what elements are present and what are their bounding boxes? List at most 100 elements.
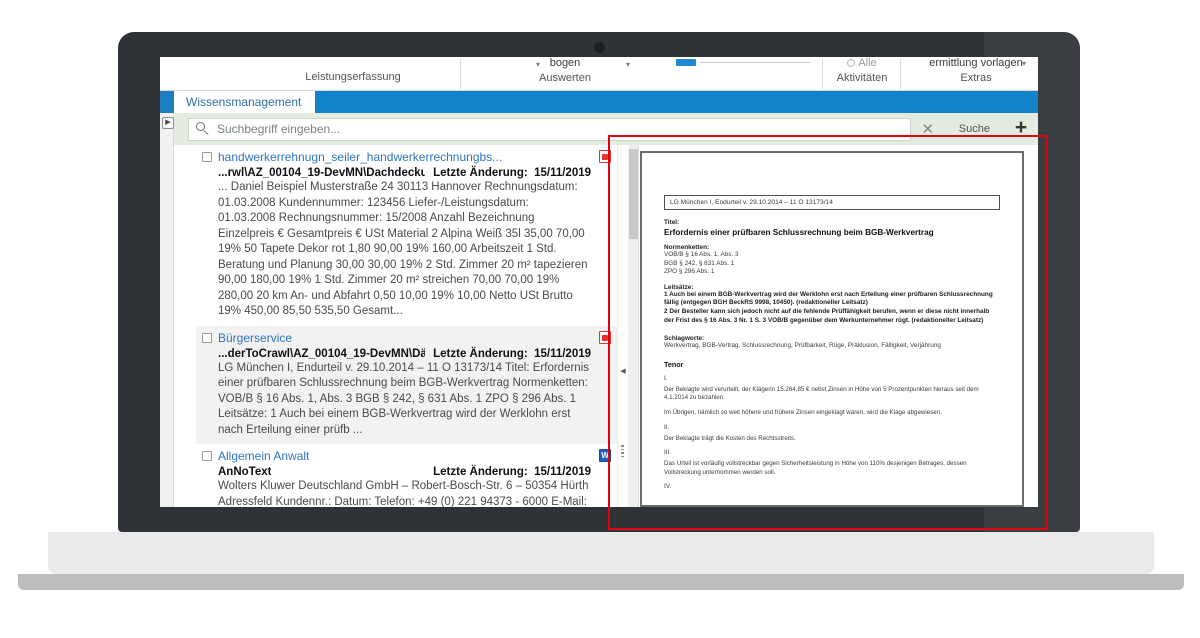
normenkette-item: VOB/B § 16 Abs. 1, Abs. 3 (664, 251, 739, 258)
result-path: AnNoText (218, 466, 272, 478)
tenor-number: II. (664, 423, 670, 431)
ribbon-group-auswerten[interactable]: bogen Auswerten (470, 57, 660, 85)
search-input[interactable]: Suchbegriff eingeben... (188, 117, 911, 141)
ribbon-divider (460, 59, 461, 89)
pdf-icon[interactable] (599, 150, 611, 163)
tenor-paragraph: Das Urteil ist vorläufig vollstreckbar g… (664, 460, 967, 476)
webcam-icon (594, 42, 605, 53)
modified-date: 15/11/2019 (534, 167, 591, 179)
leitsatz-item: 2 Der Besteller kann sich jedoch nicht a… (664, 307, 990, 324)
document-page: LG München I, Endurteil v. 29.10.2014 – … (642, 153, 1022, 505)
modified-label: Letzte Änderung: (433, 167, 528, 179)
pdf-icon[interactable] (599, 330, 611, 344)
schlagworte-label: Schlagworte: (664, 335, 705, 343)
tabbar-left-edge (160, 91, 174, 113)
result-checkbox[interactable] (202, 152, 212, 162)
result-modified: Letzte Änderung: 15/11/2019 (433, 348, 591, 360)
collapse-arrow-icon[interactable]: ◀ (619, 365, 627, 379)
result-header: handwerkerrehnugn_seiler_handwerkerrechn… (202, 150, 591, 164)
modified-date: 15/11/2019 (534, 466, 591, 478)
result-modified: Letzte Änderung: 15/11/2019 (433, 466, 591, 478)
result-title[interactable]: Allgemein Anwalt (218, 449, 309, 463)
ribbon-dotted-line (700, 62, 810, 63)
result-snippet: Wolters Kluwer Deutschland GmbH – Robert… (218, 480, 589, 507)
ribbon-group-label: Auswerten (539, 72, 591, 84)
laptop-base (48, 532, 1154, 574)
leitsatz-item: 1 Auch bei einem BGB-Werkvertrag wird de… (664, 290, 993, 307)
result-header: Bürgerservice (202, 331, 591, 345)
expand-panel-button[interactable]: ▶ (162, 117, 174, 129)
chevron-down-icon[interactable]: ▾ (626, 60, 630, 69)
ribbon-blue-chip[interactable] (676, 59, 696, 66)
ribbon-group-top-label: ermittlung vorlagen (929, 57, 1023, 69)
tenor-heading: Tenor (664, 359, 684, 369)
search-placeholder: Suchbegriff eingeben... (217, 122, 341, 136)
list-item[interactable]: handwerkerrehnugn_seiler_handwerkerrechn… (196, 145, 617, 326)
search-icon (195, 121, 211, 137)
result-meta: AnNoText Letzte Änderung: 15/11/2019 (218, 466, 591, 478)
ribbon-group-label: Extras (960, 72, 992, 84)
chevron-down-icon[interactable]: ▾ (1022, 59, 1026, 68)
modified-date: 15/11/2019 (534, 347, 591, 360)
results-list: handwerkerrehnugn_seiler_handwerkerrechn… (196, 145, 617, 507)
result-snippet: LG München I, Endurteil v. 29.10.2014 – … (218, 361, 589, 436)
result-title[interactable]: handwerkerrehnugn_seiler_handwerkerrechn… (218, 150, 502, 164)
document-preview-pane: LG München I, Endurteil v. 29.10.2014 – … (628, 145, 1038, 507)
add-button[interactable]: + (1004, 113, 1038, 145)
search-results-pane: handwerkerrehnugn_seiler_handwerkerrechn… (174, 145, 618, 507)
tab-wissensmanagement[interactable]: Wissensmanagement (174, 91, 316, 113)
ribbon-toolbar: Leistungserfassung bogen Auswerten ▾ ▾ A… (160, 57, 1038, 91)
normenkette-item: ZPO § 296 Abs. 1 (664, 268, 715, 276)
ribbon-group-top-label: bogen (549, 57, 581, 69)
result-meta: ...derToCrawl\AZ_00104_19-DevMN\Dämmarbe… (218, 348, 591, 360)
preview-scrollbar-track[interactable] (628, 145, 639, 507)
splitter-grip[interactable] (621, 445, 624, 459)
list-item[interactable]: Allgemein Anwalt AnNoText Letzte Änderun… (196, 444, 617, 507)
ribbon-radio-all[interactable]: Alle (828, 57, 896, 70)
clear-search-button[interactable]: ✕ (911, 122, 945, 137)
result-title[interactable]: Bürgerservice (218, 331, 292, 345)
word-icon[interactable] (599, 449, 611, 462)
result-modified: Letzte Änderung: 15/11/2019 (433, 167, 591, 179)
leitsaetze-label: Leitsätze: (664, 283, 694, 291)
search-button[interactable]: Suche (945, 113, 1004, 145)
result-snippet: ... Daniel Beispiel Musterstraße 24 3011… (218, 181, 588, 317)
tenor-number: IV. (664, 483, 672, 491)
ribbon-group-leistungserfassung[interactable]: Leistungserfassung (268, 71, 438, 84)
schlagworte-list: Werkvertrag, BGB-Vertrag, Schlussrechnun… (664, 342, 941, 350)
result-meta: ...rwl\AZ_00104_19-DevMN\Dachdeckungsarb… (218, 167, 591, 179)
tenor-paragraph: Der Beklagte wird verurteilt, der Kläger… (664, 385, 979, 402)
ribbon-divider (822, 59, 823, 89)
ribbon-group-aktivitaeten[interactable]: Alle Aktivitäten (828, 57, 896, 85)
radio-icon[interactable] (847, 59, 856, 68)
annotext-application: Leistungserfassung bogen Auswerten ▾ ▾ A… (160, 57, 1038, 507)
tenor-number: I. (664, 374, 668, 382)
modified-label: Letzte Änderung: (433, 347, 528, 360)
ribbon-group-top-label: Alle (858, 57, 877, 69)
document-citation: LG München I, Endurteil v. 29.10.2014 – … (664, 195, 1000, 210)
list-item[interactable]: Bürgerservice ...derToCrawl\AZ_00104_19-… (196, 325, 617, 444)
normenketten-label: Normenketten: (664, 244, 710, 251)
ribbon-divider (900, 59, 901, 89)
preview-frame: LG München I, Endurteil v. 29.10.2014 – … (640, 151, 1024, 507)
pane-splitter[interactable]: ◀ (618, 145, 628, 507)
search-bar: Suchbegriff eingeben... ✕ Suche + (174, 113, 1038, 145)
normenkette-item: BGB § 242, § 631 Abs. 1 (664, 259, 735, 267)
laptop-screen: Leistungserfassung bogen Auswerten ▾ ▾ A… (160, 57, 1038, 507)
laptop-lid: Leistungserfassung bogen Auswerten ▾ ▾ A… (118, 32, 1080, 532)
titel-label: Titel: (664, 219, 680, 226)
result-path: ...rwl\AZ_00104_19-DevMN\Dachdeckungsarb… (218, 167, 425, 179)
left-rail (160, 113, 174, 507)
result-path: ...derToCrawl\AZ_00104_19-DevMN\Dämmarbe… (218, 347, 425, 360)
result-checkbox[interactable] (202, 451, 212, 461)
chevron-down-icon[interactable]: ▾ (536, 60, 540, 69)
modified-label: Letzte Änderung: (433, 466, 528, 478)
tenor-paragraph: Der Beklagte trägt die Kosten des Rechts… (664, 434, 796, 442)
preview-scrollbar-thumb[interactable] (629, 149, 638, 239)
document-title: Erfordernis einer prüfbaren Schlussrechn… (664, 228, 934, 237)
ribbon-group-extras[interactable]: ermittlung vorlagen Extras (906, 57, 1038, 85)
result-header: Allgemein Anwalt (202, 449, 591, 463)
result-checkbox[interactable] (202, 332, 212, 343)
tenor-number: III. (664, 449, 672, 457)
laptop-base-foot (18, 574, 1184, 590)
